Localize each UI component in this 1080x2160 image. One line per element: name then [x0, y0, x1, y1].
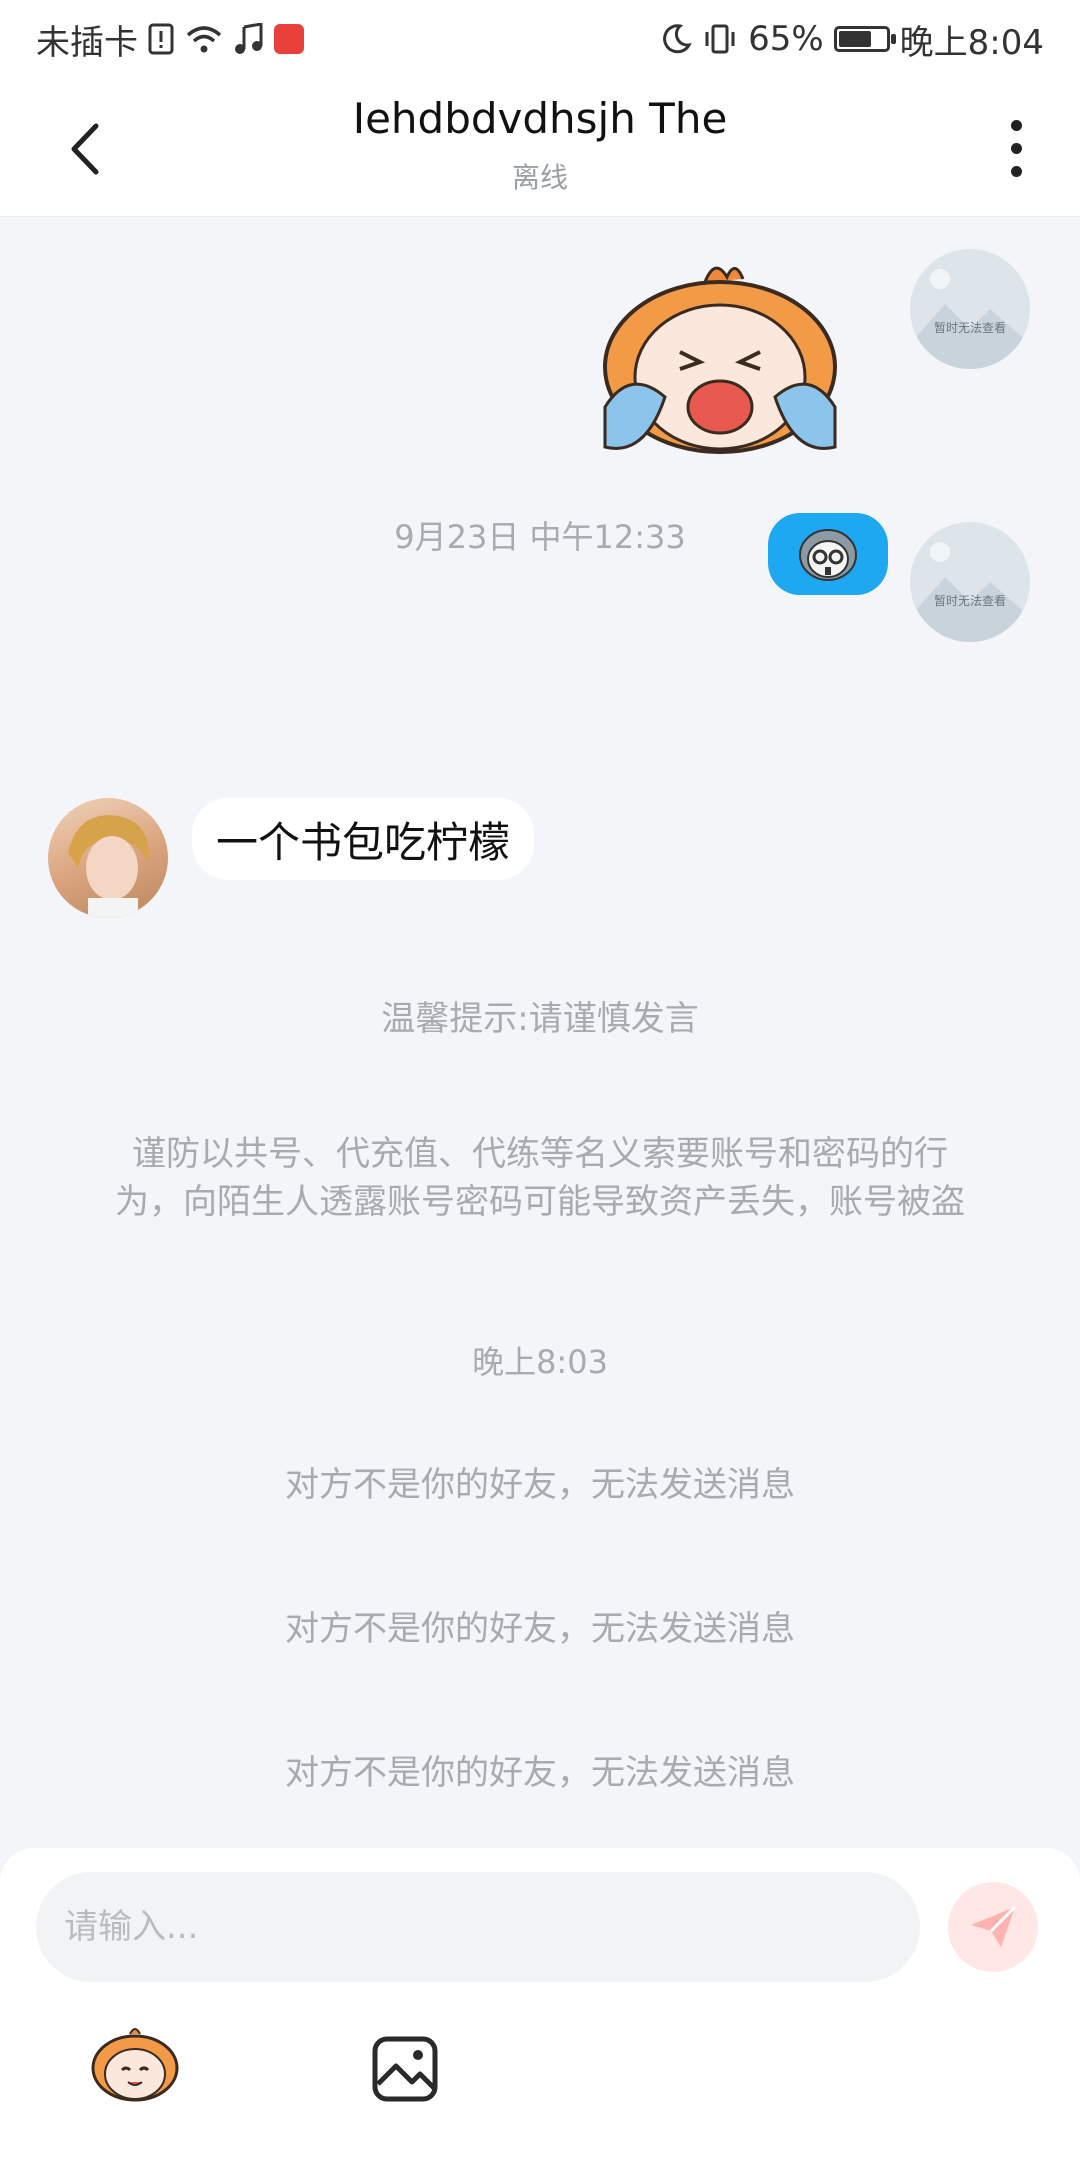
wifi-icon	[186, 26, 222, 53]
timestamp: 晚上8:03	[472, 1343, 608, 1381]
more-dot-icon	[1010, 119, 1022, 131]
system-notice: 对方不是你的好友，无法发送消息	[285, 1609, 795, 1649]
online-status: 离线	[511, 161, 568, 194]
status-bar-right: 65% 晚上8:04	[660, 15, 1044, 64]
crying-sticker-message[interactable]	[585, 257, 855, 472]
avatar-caption: 暂时无法查看	[933, 321, 1006, 335]
more-options-button[interactable]	[996, 108, 1036, 188]
safety-tip-title: 温馨提示:请谨慎发言	[381, 999, 699, 1039]
status-bar-left: 未插卡	[36, 15, 304, 64]
sticker-button[interactable]	[90, 2024, 180, 2104]
emoji-sticker-icon	[91, 2028, 179, 2102]
status-bar: 未插卡 65% 晚上8:04	[0, 0, 1080, 78]
image-picker-button[interactable]	[370, 2034, 440, 2104]
system-notice: 对方不是你的好友，无法发送消息	[285, 1753, 795, 1793]
battery-percent: 65%	[748, 19, 824, 59]
image-unavailable-icon	[910, 269, 1030, 369]
safety-warning-line: 谨防以共号、代充值、代练等名义索要账号和密码的行	[132, 1134, 948, 1174]
sim-alert-icon	[148, 23, 174, 55]
huawei-app-icon	[274, 24, 304, 54]
timestamp: 9月23日 中午12:33	[394, 518, 686, 556]
music-icon	[235, 23, 263, 54]
battery-icon	[833, 26, 896, 52]
send-button[interactable]	[948, 1882, 1038, 1972]
more-dot-icon	[1010, 165, 1022, 177]
safety-warning-line: 为，向陌生人透露账号密码可能导致资产丢失，账号被盗	[115, 1182, 965, 1222]
my-avatar-placeholder[interactable]: 暂时无法查看	[910, 249, 1030, 369]
text-message-bubble[interactable]: 一个书包吃柠檬	[192, 798, 535, 880]
avatar-caption: 暂时无法查看	[933, 594, 1006, 608]
system-notice: 对方不是你的好友，无法发送消息	[285, 1465, 795, 1505]
contact-avatar-image	[68, 815, 149, 918]
message-list[interactable]: 暂时无法查看 暂时无法查看 9月23日 中午12:33 一个书包吃柠檬 温馨提示…	[0, 217, 1080, 1847]
chat-header: Iehdbdvdhsjh The 离线	[0, 78, 1080, 217]
vibrate-icon	[705, 24, 735, 54]
image-icon	[372, 2036, 438, 2102]
send-icon	[971, 1905, 1017, 1947]
chat-title: Iehdbdvdhsjh The	[352, 94, 728, 143]
message-text: 一个书包吃柠檬	[216, 817, 511, 867]
message-composer	[0, 1848, 1080, 2160]
clock: 晚上8:04	[899, 22, 1044, 63]
message-input[interactable]	[36, 1872, 920, 1982]
safety-warning: 谨防以共号、代充值、代练等名义索要账号和密码的行 为，向陌生人透露账号密码可能导…	[80, 1130, 1000, 1226]
moon-icon	[663, 24, 692, 54]
more-dot-icon	[1010, 142, 1022, 154]
contact-avatar[interactable]	[48, 798, 168, 918]
carrier-label: 未插卡	[36, 22, 138, 63]
